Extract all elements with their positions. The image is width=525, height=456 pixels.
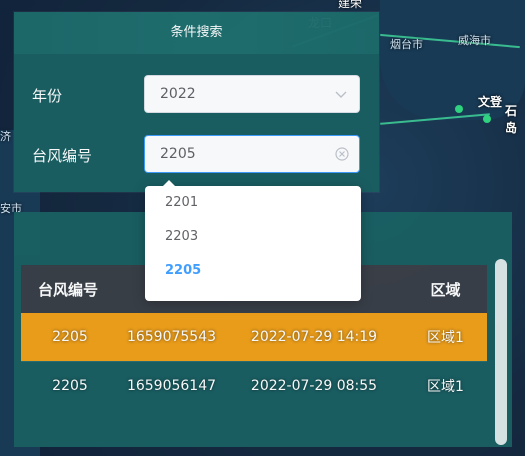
city-label: 石岛 (505, 104, 518, 135)
search-panel-title: 条件搜索 (14, 12, 379, 54)
cell-time: 2022-07-29 14:19 (250, 329, 378, 345)
cell-region: 区域1 (427, 330, 464, 346)
city-marker[interactable] (455, 105, 463, 113)
city-label: 文登 (478, 95, 503, 109)
clear-circle-icon[interactable] (335, 147, 349, 161)
dropdown-option[interactable]: 2203 (145, 220, 361, 254)
city-marker[interactable] (483, 115, 491, 123)
city-label: 济 (0, 130, 11, 143)
year-select-value: 2022 (160, 86, 196, 102)
column-header-typhoon-id: 台风编号 (38, 280, 99, 299)
cell-time: 2022-07-29 08:55 (250, 378, 378, 394)
cell-timestamp: 1659056147 (126, 378, 217, 394)
dropdown-caret (163, 180, 175, 186)
cell-typhoon-id: 2205 (52, 329, 88, 345)
table-scrollbar[interactable] (495, 259, 507, 445)
search-panel: 条件搜索 年份 2022 台风编号 2205 (14, 12, 379, 192)
typhoon-id-dropdown: 2201 2203 2205 (145, 180, 361, 301)
year-label: 年份 (32, 87, 63, 105)
cell-typhoon-id: 2205 (52, 378, 88, 394)
map-land (380, 0, 525, 120)
year-form-row: 年份 2022 (14, 75, 379, 115)
city-label: 建荣 (338, 0, 363, 10)
city-label: 威海市 (458, 34, 491, 47)
table-row[interactable]: 2205 1659075543 2022-07-29 14:19 区域1 (21, 313, 487, 361)
cell-timestamp: 1659075543 (126, 329, 217, 345)
city-label: 烟台市 (390, 38, 423, 51)
typhoon-id-select[interactable]: 2205 (144, 135, 360, 173)
year-select[interactable]: 2022 (144, 75, 360, 113)
typhoon-id-select-value: 2205 (160, 146, 196, 162)
table-row[interactable]: 2205 1659056147 2022-07-29 08:55 区域1 (21, 362, 487, 410)
column-header-region: 区域 (430, 280, 461, 299)
chevron-down-icon (335, 91, 347, 98)
typhoon-id-label: 台风编号 (32, 147, 93, 165)
dropdown-option[interactable]: 2201 (145, 186, 361, 220)
typhoon-form-row: 台风编号 2205 (14, 135, 379, 175)
cell-region: 区域1 (427, 379, 464, 395)
dropdown-option-selected[interactable]: 2205 (145, 254, 361, 288)
